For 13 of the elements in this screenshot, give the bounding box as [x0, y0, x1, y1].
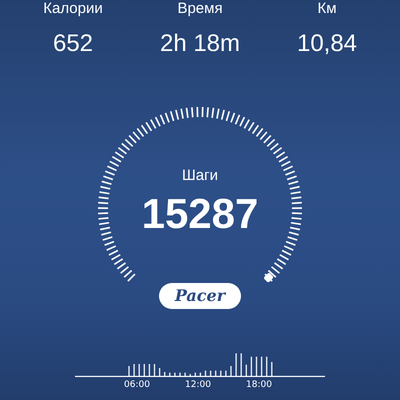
time-label: 12:00	[185, 380, 211, 390]
logo: Pacer	[158, 283, 242, 309]
stat-value: 2h 18m	[160, 30, 240, 58]
stat-label: Время	[177, 0, 223, 18]
time-label: 18:00	[246, 380, 272, 390]
stat-label: Калории	[43, 0, 103, 18]
stat-value: 10,84	[296, 30, 358, 58]
stat-value: 652	[52, 30, 94, 58]
steps-count: 15287	[142, 191, 258, 237]
steps-label: Шаги	[182, 167, 218, 185]
time-label: 06:00	[124, 380, 150, 390]
progress-marker	[263, 272, 274, 283]
stat-label: Км	[317, 0, 337, 18]
